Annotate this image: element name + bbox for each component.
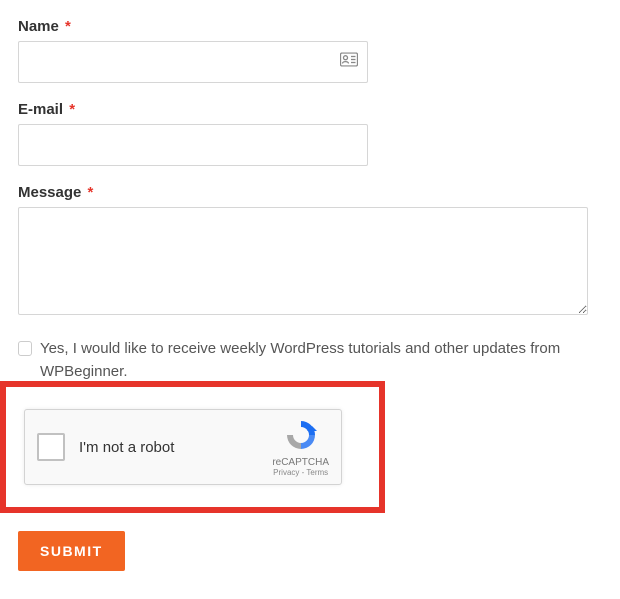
submit-button[interactable]: SUBMIT	[18, 531, 125, 571]
message-textarea[interactable]	[18, 207, 588, 315]
message-field: Message *	[18, 184, 602, 320]
name-input-wrap	[18, 41, 368, 83]
recaptcha-widget: I'm not a robot reCAPTCHA Privacy - Term…	[24, 409, 342, 485]
message-label: Message *	[18, 184, 602, 201]
email-field: E-mail *	[18, 101, 602, 166]
recaptcha-brand-text: reCAPTCHA	[272, 457, 329, 468]
recaptcha-logo-icon	[284, 418, 318, 456]
recaptcha-highlight: I'm not a robot reCAPTCHA Privacy - Term…	[0, 381, 385, 513]
recaptcha-branding: reCAPTCHA Privacy - Terms	[272, 418, 329, 477]
required-marker: *	[69, 101, 75, 118]
name-label-text: Name	[18, 18, 59, 35]
name-field: Name *	[18, 18, 602, 83]
message-label-text: Message	[18, 184, 81, 201]
newsletter-row: Yes, I would like to receive weekly Word…	[18, 338, 602, 383]
newsletter-label: Yes, I would like to receive weekly Word…	[40, 338, 602, 383]
email-label: E-mail *	[18, 101, 602, 118]
recaptcha-links[interactable]: Privacy - Terms	[273, 468, 328, 477]
required-marker: *	[65, 18, 71, 35]
recaptcha-label: I'm not a robot	[79, 439, 272, 456]
recaptcha-checkbox[interactable]	[37, 433, 65, 461]
email-input[interactable]	[18, 124, 368, 166]
email-label-text: E-mail	[18, 101, 63, 118]
newsletter-checkbox[interactable]	[18, 341, 32, 356]
name-label: Name *	[18, 18, 602, 35]
name-input[interactable]	[18, 41, 368, 83]
required-marker: *	[88, 184, 94, 201]
